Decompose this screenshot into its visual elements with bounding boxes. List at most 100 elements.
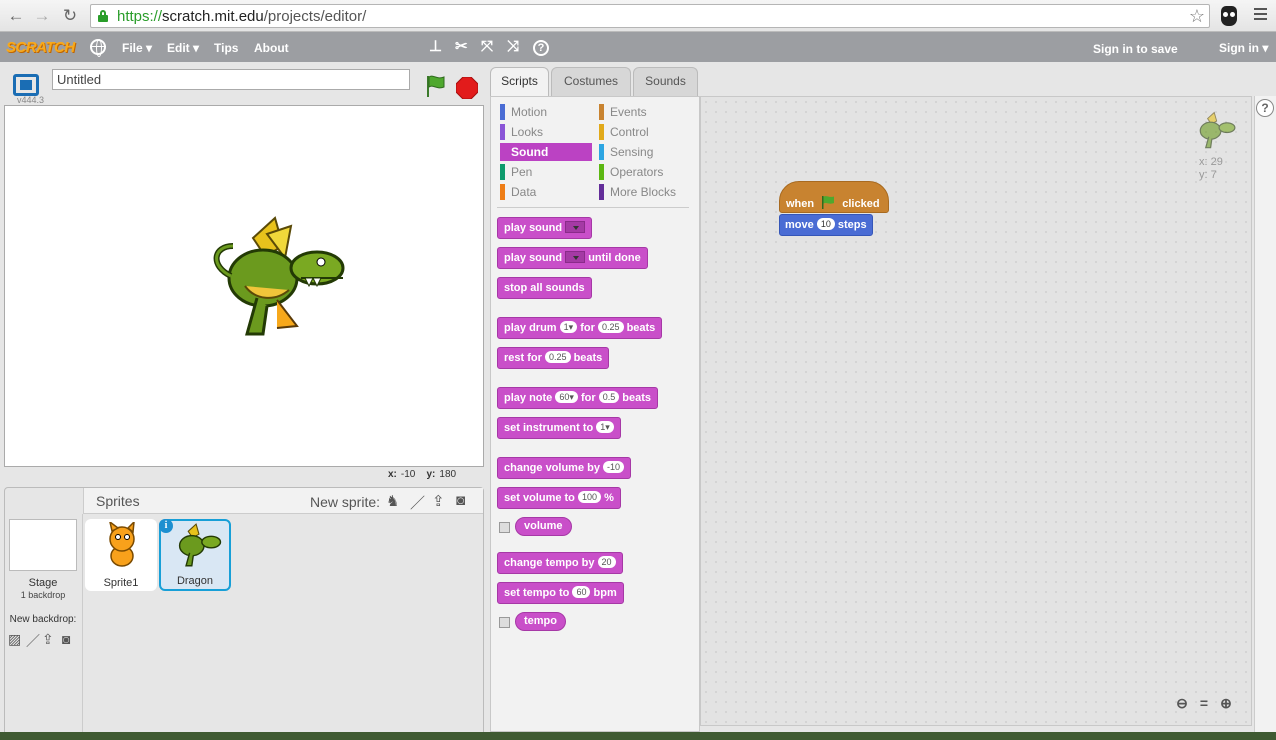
sprite-tile-sprite1[interactable]: Sprite1 xyxy=(85,519,157,591)
backdrop-paint-icon[interactable]: ／ xyxy=(26,631,40,651)
pane-divider xyxy=(82,514,83,740)
sprite-name: Dragon xyxy=(176,575,214,587)
scripts-area[interactable]: when clicked move 10 steps x: 29 y: 7 ⊖ = ⊕ xyxy=(700,96,1252,726)
volume-checkbox[interactable] xyxy=(499,522,510,533)
new-backdrop-label: New backdrop: xyxy=(9,614,77,625)
category-data[interactable]: Data xyxy=(500,183,592,201)
zoom-in-icon[interactable]: ⊕ xyxy=(1215,695,1237,712)
block-play-note[interactable]: play note 60▾ for 0.5 beats xyxy=(497,387,659,409)
block-stop-all-sounds[interactable]: stop all sounds xyxy=(497,277,592,299)
language-globe-icon[interactable] xyxy=(90,39,106,57)
category-motion[interactable]: Motion xyxy=(500,103,592,121)
category-events[interactable]: Events xyxy=(599,103,691,121)
extension-owl-icon[interactable] xyxy=(1221,6,1237,26)
category-control[interactable]: Control xyxy=(599,123,691,141)
y-value: 180 xyxy=(439,469,457,480)
sprite-position: x: 29 y: 7 xyxy=(1199,156,1223,181)
help-question-icon[interactable]: ? xyxy=(533,40,549,56)
bookmark-star-icon[interactable]: ☆ xyxy=(1189,6,1205,27)
address-bar[interactable]: https://scratch.mit.edu/projects/editor/… xyxy=(90,4,1210,28)
grow-icon[interactable]: ⤧ xyxy=(481,38,493,55)
block-play-sound-until-done[interactable]: play sound until done xyxy=(497,247,648,269)
category-pen[interactable]: Pen xyxy=(500,163,592,181)
browser-menu-icon[interactable] xyxy=(1254,8,1267,23)
tab-scripts[interactable]: Scripts xyxy=(490,67,549,98)
delete-scissors-icon[interactable]: ✂ xyxy=(455,38,468,55)
zoom-controls: ⊖ = ⊕ xyxy=(1171,695,1237,712)
sign-in-to-save-link[interactable]: Sign in to save xyxy=(1093,42,1178,56)
x-label: x: xyxy=(388,469,397,480)
zoom-out-icon[interactable]: ⊖ xyxy=(1171,695,1193,712)
mouse-coordinates: x: -10 y: 180 xyxy=(388,469,456,480)
paint-brush-icon[interactable]: ／ xyxy=(410,492,425,513)
camera-icon[interactable]: ◙ xyxy=(456,492,465,509)
sound-dropdown[interactable] xyxy=(565,221,586,233)
backdrop-library-icon[interactable]: ▨ xyxy=(8,631,21,648)
sign-in-menu[interactable]: Sign in ▾ xyxy=(1219,41,1268,55)
stage-label: Stage xyxy=(28,577,58,589)
tips-help-icon[interactable]: ? xyxy=(1256,99,1274,117)
project-title-input[interactable] xyxy=(52,69,410,90)
block-change-tempo[interactable]: change tempo by 20 xyxy=(497,552,623,574)
category-sensing[interactable]: Sensing xyxy=(599,143,691,161)
backdrop-camera-icon[interactable]: ◙ xyxy=(62,631,70,647)
about-menu[interactable]: About xyxy=(254,41,289,55)
block-play-sound[interactable]: play sound xyxy=(497,217,593,239)
block-play-drum[interactable]: play drum 1▾ for 0.25 beats xyxy=(497,317,663,339)
stage-header: v444.3 xyxy=(0,62,488,106)
forward-icon[interactable]: → xyxy=(32,6,52,26)
category-operators[interactable]: Operators xyxy=(599,163,691,181)
tips-sidebar-edge xyxy=(1254,96,1276,732)
category-separator xyxy=(497,207,689,208)
url-text: https://scratch.mit.edu/projects/editor/ xyxy=(117,8,367,25)
new-sprite-label: New sprite: xyxy=(310,494,381,510)
sprite-name: Sprite1 xyxy=(103,577,139,589)
tips-menu[interactable]: Tips xyxy=(214,41,238,55)
y-label: y: xyxy=(426,469,436,480)
sprites-title: Sprites xyxy=(96,493,140,509)
category-sound[interactable]: Sound xyxy=(500,143,592,161)
lock-icon xyxy=(98,10,108,22)
block-palette: Motion Events Looks Control Sound Sensin… xyxy=(490,96,700,732)
stop-sign-icon[interactable] xyxy=(456,77,478,99)
choose-sprite-library-icon[interactable]: ♞ xyxy=(386,492,399,510)
back-icon[interactable]: ← xyxy=(6,6,26,26)
fullscreen-icon[interactable] xyxy=(13,74,39,96)
block-set-instrument[interactable]: set instrument to 1▾ xyxy=(497,417,621,439)
edit-menu[interactable]: Edit ▾ xyxy=(167,41,199,55)
upload-sprite-icon[interactable]: ⇪ xyxy=(432,492,445,510)
dragon-sprite-image[interactable] xyxy=(205,216,350,342)
shrink-icon[interactable]: ⤨ xyxy=(507,38,519,55)
sound-dropdown[interactable] xyxy=(565,251,586,263)
block-set-volume[interactable]: set volume to 100 % xyxy=(497,487,621,509)
tab-sounds[interactable]: Sounds xyxy=(633,67,698,96)
stage-thumbnail[interactable] xyxy=(9,519,77,571)
sprites-header: Sprites New sprite: ♞ ／ ⇪ ◙ xyxy=(83,488,483,514)
browser-toolbar: ← → ↻ https://scratch.mit.edu/projects/e… xyxy=(0,0,1276,32)
when-flag-clicked-block[interactable]: when clicked xyxy=(779,181,889,213)
block-set-tempo[interactable]: set tempo to 60 bpm xyxy=(497,582,624,604)
tab-costumes[interactable]: Costumes xyxy=(551,67,631,96)
reporter-tempo[interactable]: tempo xyxy=(515,612,566,631)
backdrop-count: 1 backdrop xyxy=(20,590,66,600)
duplicate-stamp-icon[interactable]: ⊥ xyxy=(429,38,442,55)
dragon-thumbnail-icon xyxy=(178,523,222,567)
desktop-background xyxy=(0,732,1276,740)
backdrop-upload-icon[interactable]: ⇪ xyxy=(42,631,54,648)
category-more-blocks[interactable]: More Blocks xyxy=(599,183,691,201)
move-steps-block[interactable]: move 10 steps xyxy=(779,214,873,236)
cat-sprite-icon xyxy=(109,522,135,567)
file-menu[interactable]: File ▾ xyxy=(122,41,152,55)
block-rest-for[interactable]: rest for 0.25 beats xyxy=(497,347,610,369)
scratch-logo[interactable]: SCRATCH xyxy=(6,39,75,56)
green-flag-icon[interactable] xyxy=(424,74,446,98)
zoom-reset-icon[interactable]: = xyxy=(1193,695,1215,711)
category-looks[interactable]: Looks xyxy=(500,123,592,141)
current-sprite-thumbnail xyxy=(1199,111,1236,149)
sprite-tile-dragon[interactable]: i Dragon xyxy=(159,519,231,591)
tempo-checkbox[interactable] xyxy=(499,617,510,628)
block-change-volume[interactable]: change volume by -10 xyxy=(497,457,632,479)
stage-canvas[interactable] xyxy=(4,105,484,467)
reload-icon[interactable]: ↻ xyxy=(60,6,80,26)
reporter-volume[interactable]: volume xyxy=(515,517,572,536)
